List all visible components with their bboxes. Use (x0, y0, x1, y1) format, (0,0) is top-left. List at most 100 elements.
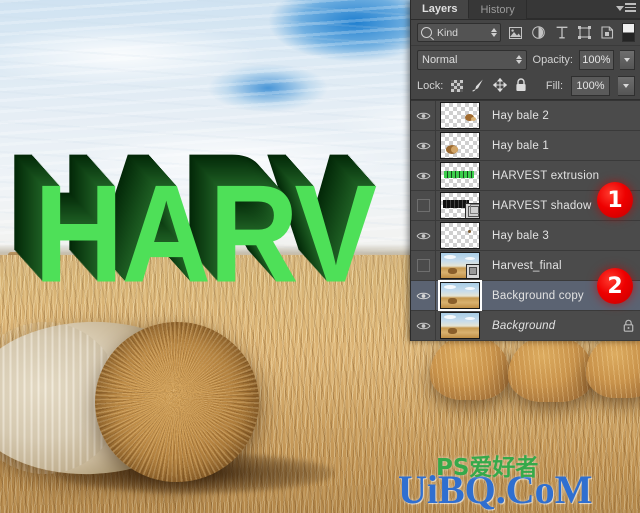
layer-thumbnail-cell[interactable] (436, 280, 484, 311)
layer-thumbnail (440, 162, 480, 189)
blend-mode-bar: Normal Opacity: 100% (411, 46, 640, 73)
lock-image-pixels-icon[interactable] (471, 78, 485, 95)
chevron-down-icon (623, 57, 630, 62)
panel-menu-icon[interactable] (616, 3, 636, 12)
thumb-haybale-shape (471, 117, 476, 121)
fill-input[interactable]: 100% (571, 76, 610, 96)
thumb-cloud (444, 255, 456, 259)
lock-all-icon[interactable] (515, 77, 527, 95)
opacity-dropdown-button[interactable] (619, 49, 635, 70)
layer-visibility-toggle[interactable] (411, 221, 436, 250)
layer-filter-bar: Kind (411, 20, 640, 46)
layer-visibility-toggle[interactable] (411, 101, 436, 130)
layer-name[interactable]: Hay bale 2 (484, 110, 615, 122)
table-row[interactable]: Hay bale 3 (411, 221, 640, 251)
lock-position-icon[interactable] (493, 77, 508, 95)
hay-bale-right-b-texture (508, 336, 594, 402)
shape-layer-filter-icon[interactable] (576, 24, 593, 41)
layer-thumbnail (440, 252, 480, 279)
thumb-bale (448, 328, 457, 334)
eye-icon (416, 232, 430, 239)
filter-kind-label: Kind (437, 26, 459, 39)
filter-kind-select[interactable]: Kind (417, 23, 501, 42)
lock-label: Lock: (417, 80, 444, 92)
layer-thumbnail (440, 222, 480, 249)
pixel-layer-filter-icon[interactable] (507, 24, 524, 41)
annotation-badge-1: 1 (597, 182, 633, 218)
stepper-icon[interactable] (491, 28, 497, 37)
layer-thumbnail-cell[interactable] (436, 132, 484, 159)
thumb-bale (448, 268, 457, 274)
layer-visibility-toggle[interactable] (411, 281, 436, 310)
layer-thumbnail (440, 132, 480, 159)
search-icon (421, 27, 432, 38)
eye-icon (416, 322, 430, 329)
layer-name[interactable]: Background copy (484, 290, 615, 302)
thumb-speck (468, 230, 471, 233)
layer-name[interactable]: HARVEST shadow (484, 200, 615, 212)
3d-cube-badge-icon (465, 203, 479, 218)
table-row[interactable]: Hay bale 1 (411, 131, 640, 161)
table-row[interactable]: Background (411, 311, 640, 341)
layer-visibility-toggle[interactable] (411, 131, 436, 160)
layer-thumbnail (440, 192, 480, 219)
layer-thumbnail-cell[interactable] (436, 102, 484, 129)
layer-visibility-toggle[interactable] (411, 311, 436, 340)
table-row[interactable]: Hay bale 2 (411, 101, 640, 131)
layer-thumbnail-cell[interactable] (436, 252, 484, 279)
layer-thumbnail-cell[interactable] (436, 312, 484, 339)
smart-object-badge-icon (466, 264, 479, 278)
thumb-cloud (465, 317, 475, 320)
layer-visibility-toggle[interactable] (411, 161, 436, 190)
eye-off-icon (416, 199, 430, 212)
hamburger-icon (625, 3, 636, 12)
thumb-cloud (444, 285, 456, 289)
blend-mode-select[interactable]: Normal (417, 49, 527, 70)
thumb-cloud (465, 257, 475, 260)
thumb-haybale-shape (451, 146, 458, 153)
thumb-green-text-preview (444, 171, 474, 178)
layer-name[interactable]: Harvest_final (484, 260, 615, 272)
thumb-bale (448, 298, 457, 304)
layer-thumbnail-cell[interactable] (436, 162, 484, 189)
layer-name[interactable]: Background (484, 320, 615, 332)
thumb-cloud (465, 287, 475, 290)
stepper-icon[interactable] (515, 54, 522, 64)
eye-off-icon (416, 259, 430, 272)
hay-bale-right-a-texture (430, 336, 510, 400)
layer-thumbnail (438, 280, 482, 311)
layer-thumbnail-cell[interactable] (436, 222, 484, 249)
layer-thumbnail (440, 102, 480, 129)
tab-history[interactable]: History (469, 0, 527, 19)
opacity-label: Opacity: (532, 53, 573, 66)
opacity-input[interactable]: 100% (578, 49, 614, 70)
layers-list[interactable]: Hay bale 2 Hay bale 1 HARVEST extrusion … (411, 100, 640, 341)
fill-dropdown-button[interactable] (618, 76, 635, 96)
lock-icon (623, 319, 633, 332)
layers-panel[interactable]: Layers History Kind Normal Opacity: 100%… (410, 0, 640, 341)
harvest-3d-text: HARV (34, 157, 377, 312)
screenshot-root: HARV PS爱好者 UiBQ.CoM Layers History Kind (0, 0, 640, 513)
chevron-down-icon (623, 84, 629, 88)
layer-name[interactable]: HARVEST extrusion (484, 170, 615, 182)
thumb-cloud (444, 315, 456, 319)
tab-layers[interactable]: Layers (411, 0, 470, 19)
adjustment-layer-filter-icon[interactable] (530, 24, 547, 41)
layer-visibility-toggle[interactable] (411, 251, 436, 280)
lock-bar: Lock: Fill: 100% (411, 73, 640, 100)
layer-name[interactable]: Hay bale 3 (484, 230, 615, 242)
layer-thumbnail (440, 312, 480, 339)
layer-visibility-toggle[interactable] (411, 191, 436, 220)
fill-label: Fill: (545, 80, 563, 92)
filter-toggle-switch[interactable] (622, 23, 635, 42)
eye-icon (416, 292, 430, 299)
layer-name[interactable]: Hay bale 1 (484, 140, 615, 152)
type-layer-filter-icon[interactable] (553, 24, 570, 41)
annotation-badge-2: 2 (597, 268, 633, 304)
eye-icon (416, 142, 430, 149)
blend-mode-value: Normal (422, 53, 458, 66)
layer-thumbnail-cell[interactable] (436, 192, 484, 219)
smart-object-filter-icon[interactable] (599, 24, 616, 41)
eye-icon (416, 112, 430, 119)
lock-transparent-pixels-icon[interactable] (451, 80, 464, 92)
